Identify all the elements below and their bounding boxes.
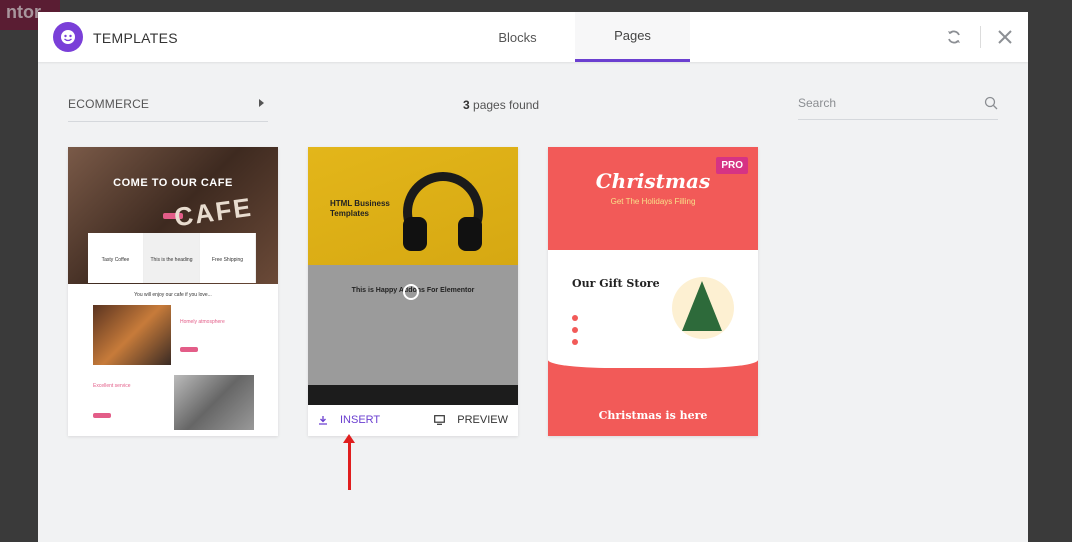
list-bullet [572,327,578,333]
cafe-interior-image [93,305,171,365]
insert-label: INSERT [340,414,381,426]
christmas-subheading: Get The Holidays Filling [610,197,696,206]
results-count-suffix: pages found [473,98,540,112]
cafe-table-image [174,375,254,430]
preview-button[interactable]: PREVIEW [434,414,508,426]
headphone-ear [403,217,427,251]
christmas-footer-title: Christmas is here [598,409,708,422]
feature-label: This is the heading [144,233,200,283]
cafe-headline: COME TO OUR CAFE [113,177,233,189]
zoom-in-icon[interactable] [403,284,419,300]
christmas-tree-image [682,281,722,331]
template-card-business[interactable]: HTML Business Templates This is Happy Ad… [308,147,518,436]
download-icon [319,416,327,425]
business-footer-strip [308,385,518,405]
insert-button[interactable]: INSERT [318,414,380,426]
business-headline: HTML Business Templates [330,199,390,218]
sync-icon[interactable] [944,27,964,47]
monitor-icon [434,415,446,425]
search-box [798,92,998,120]
list-bullet [572,339,578,345]
header-divider [980,26,981,48]
tab-blocks[interactable]: Blocks [460,12,575,62]
cafe-subheading: You will enjoy our cafe if you love... [134,292,212,298]
search-input[interactable] [798,92,968,114]
search-icon[interactable] [984,96,998,115]
cafe-features: Tasty Coffee This is the heading Free Sh… [88,233,256,283]
cafe-section-button [180,347,198,352]
cafe-hero-image: COME TO OUR CAFE CAFE Tasty Coffee This … [68,147,278,284]
template-card-christmas[interactable]: Christmas Get The Holidays Filling Our G… [548,147,758,436]
gift-store-title: Our Gift Store [572,277,660,290]
tab-bar: Blocks Pages [460,12,690,62]
close-icon[interactable] [995,27,1015,47]
cafe-section-button [93,413,111,418]
feature-label: Tasty Coffee [88,233,144,283]
headphone-ear [458,217,482,251]
results-count: 3 pages found [463,98,539,112]
template-card-cafe[interactable]: COME TO OUR CAFE CAFE Tasty Coffee This … [68,147,278,436]
modal-title: TEMPLATES [93,30,178,46]
pro-badge: PRO [716,157,748,174]
business-hero-image: HTML Business Templates [308,147,518,265]
christmas-preview: Christmas Get The Holidays Filling Our G… [548,147,758,436]
feature-label: Free Shipping [200,233,256,283]
business-overlay: This is Happy Addons For Elementor [308,265,518,385]
card-actions: INSERT PREVIEW [308,405,518,436]
toolbar: ECOMMERCE 3 pages found [68,92,998,122]
category-select-value: ECOMMERCE [68,97,150,111]
tab-pages[interactable]: Pages [575,12,690,62]
happy-addons-logo-icon [53,22,83,52]
templates-modal: TEMPLATES Blocks Pages ECOMMERCE 3 pages… [38,12,1028,542]
caret-right-icon [259,99,264,107]
preview-label: PREVIEW [457,414,508,426]
cafe-sign-text: CAFE [172,191,255,233]
modal-header: TEMPLATES Blocks Pages [38,12,1028,62]
cafe-section-title: Excellent service [93,383,131,389]
results-count-number: 3 [463,98,470,112]
cafe-section-title: Homely atmosphere [180,319,225,325]
category-select[interactable]: ECOMMERCE [68,92,268,122]
list-bullet [572,315,578,321]
annotation-arrow [343,434,355,490]
